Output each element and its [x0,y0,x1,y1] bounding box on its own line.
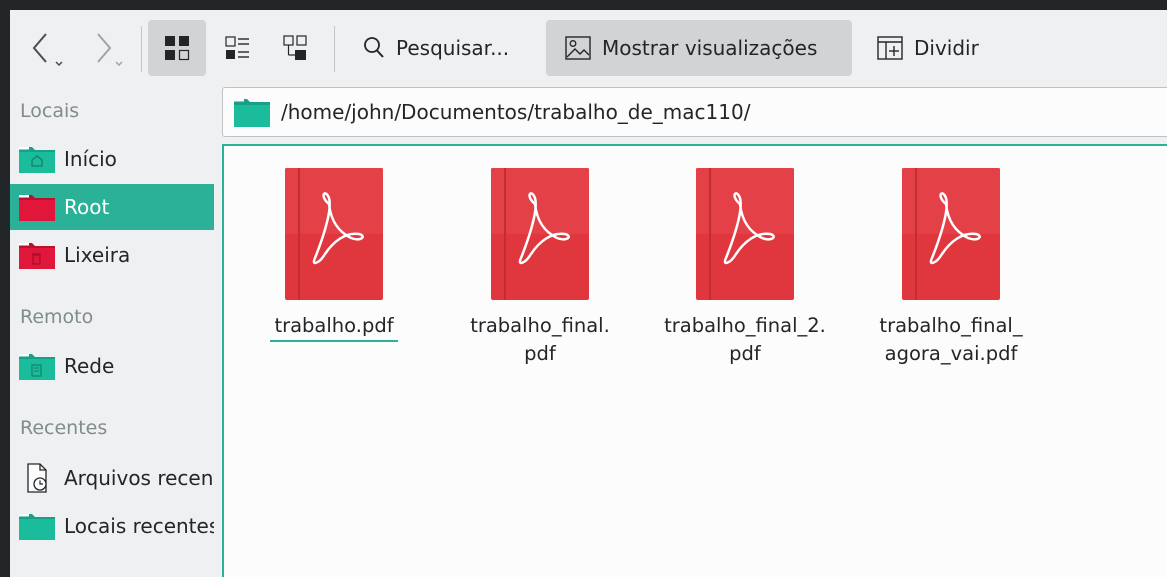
search-button[interactable]: Pesquisar... [354,20,534,76]
sidebar-item-label: Lixeira [64,243,131,267]
file-manager-window: Pesquisar... Mostrar visualizações Divid… [10,10,1167,577]
file-view[interactable]: trabalho.pdf trabalho_final. pdf trabalh… [222,144,1167,577]
split-view-icon [877,36,903,60]
sidebar-item-root[interactable]: Root [10,184,214,230]
show-previews-button[interactable]: Mostrar visualizações [546,20,852,76]
file-item[interactable]: trabalho_final. pdf [440,168,640,368]
pdf-file-icon [491,168,589,300]
split-button[interactable]: Dividir [872,20,992,76]
sidebar-item-locais-recentes[interactable]: Locais recentes [10,503,214,549]
grid-view-icon [165,36,190,61]
tree-view-icon [283,35,307,60]
sidebar-item-label: Rede [64,354,115,378]
compact-list-view-icon [225,36,249,59]
toolbar: Pesquisar... Mostrar visualizações Divid… [10,10,1167,86]
recent-files-icon [27,463,47,493]
back-button[interactable] [24,20,74,76]
home-folder-icon [19,147,55,173]
compact-view-button[interactable] [214,20,260,76]
search-icon [364,37,384,58]
section-title-remoto: Remoto [20,306,94,328]
pdf-file-icon [696,168,794,300]
pdf-file-icon [902,168,1000,300]
toolbar-separator [334,26,335,72]
location-bar[interactable]: /home/john/Documentos/trabalho_de_mac110… [222,87,1167,137]
sidebar-item-label: Root [64,195,110,219]
folder-icon [234,99,270,127]
search-label: Pesquisar... [396,36,510,60]
split-label: Dividir [914,36,979,60]
tree-view-button[interactable] [272,20,318,76]
show-previews-label: Mostrar visualizações [602,36,818,60]
section-title-locais: Locais [20,100,80,122]
image-preview-icon [565,36,591,60]
file-name: trabalho.pdf [270,312,398,342]
section-title-recentes: Recentes [20,417,108,439]
places-panel: Locais Início Root Lixeira Remoto Rede R… [10,86,215,577]
file-name: trabalho_final_ agora_vai.pdf [879,314,1023,365]
sidebar-item-label: Arquivos recentes [64,466,214,490]
sidebar-item-inicio[interactable]: Início [10,136,214,182]
root-folder-icon [19,195,55,221]
toolbar-separator [141,26,142,72]
file-item[interactable]: trabalho_final_2. pdf [645,168,845,368]
trash-folder-icon [19,243,55,269]
sidebar-item-arquivos-recentes[interactable]: Arquivos recentes [10,455,214,501]
forward-button[interactable] [84,20,134,76]
sidebar-item-lixeira[interactable]: Lixeira [10,232,214,278]
back-arrow-icon [32,33,63,67]
network-folder-icon [19,354,55,380]
icons-view-button[interactable] [148,20,206,76]
recent-locations-folder-icon [19,514,55,540]
location-path: /home/john/Documentos/trabalho_de_mac110… [281,100,751,124]
file-name: trabalho_final. pdf [470,314,610,365]
file-name: trabalho_final_2. pdf [664,314,826,365]
pdf-file-icon [285,168,383,300]
file-item[interactable]: trabalho_final_ agora_vai.pdf [851,168,1051,368]
forward-arrow-icon [97,33,123,67]
sidebar-item-rede[interactable]: Rede [10,343,214,389]
file-item[interactable]: trabalho.pdf [234,168,434,342]
sidebar-item-label: Início [64,147,117,171]
sidebar-item-label: Locais recentes [64,514,214,538]
